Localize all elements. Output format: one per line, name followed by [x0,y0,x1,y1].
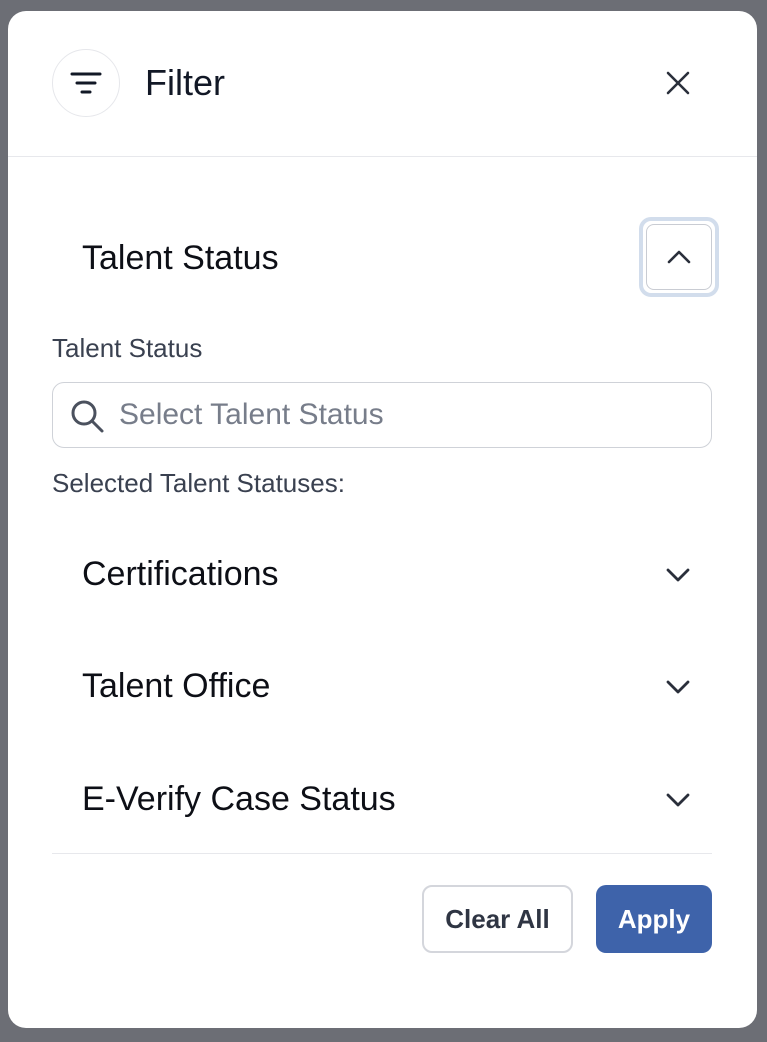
selected-statuses-label: Selected Talent Statuses: [52,468,345,498]
footer-divider [52,853,712,854]
accordion-label: Talent Office [82,667,271,705]
talent-status-field-label: Talent Status [52,333,203,363]
clear-all-button[interactable]: Clear All [422,885,573,953]
accordion-label: Certifications [82,555,279,593]
talent-status-collapse-button[interactable] [639,217,719,297]
close-icon [666,71,690,95]
talent-status-search-input[interactable] [119,383,699,447]
accordion-certifications[interactable]: Certifications [52,539,712,609]
collapse-button-frame [646,224,712,290]
search-icon [71,400,104,433]
chevron-down-icon [666,568,690,582]
modal-header: Filter [8,11,757,157]
talent-status-search-box[interactable] [52,382,712,448]
talent-status-section-title: Talent Status [82,239,279,277]
accordion-e-verify-case-status[interactable]: E-Verify Case Status [52,764,712,834]
chevron-down-icon [666,680,690,694]
accordion-label: E-Verify Case Status [82,780,396,818]
chevron-down-icon [666,793,690,807]
modal-title: Filter [145,62,225,103]
accordion-talent-office[interactable]: Talent Office [52,651,712,721]
filter-lines-icon [52,49,120,117]
close-button[interactable] [658,63,698,103]
chevron-up-icon [667,250,691,264]
filter-modal: Filter Talent Status Talent Status Selec… [8,11,757,1028]
apply-button[interactable]: Apply [596,885,712,953]
